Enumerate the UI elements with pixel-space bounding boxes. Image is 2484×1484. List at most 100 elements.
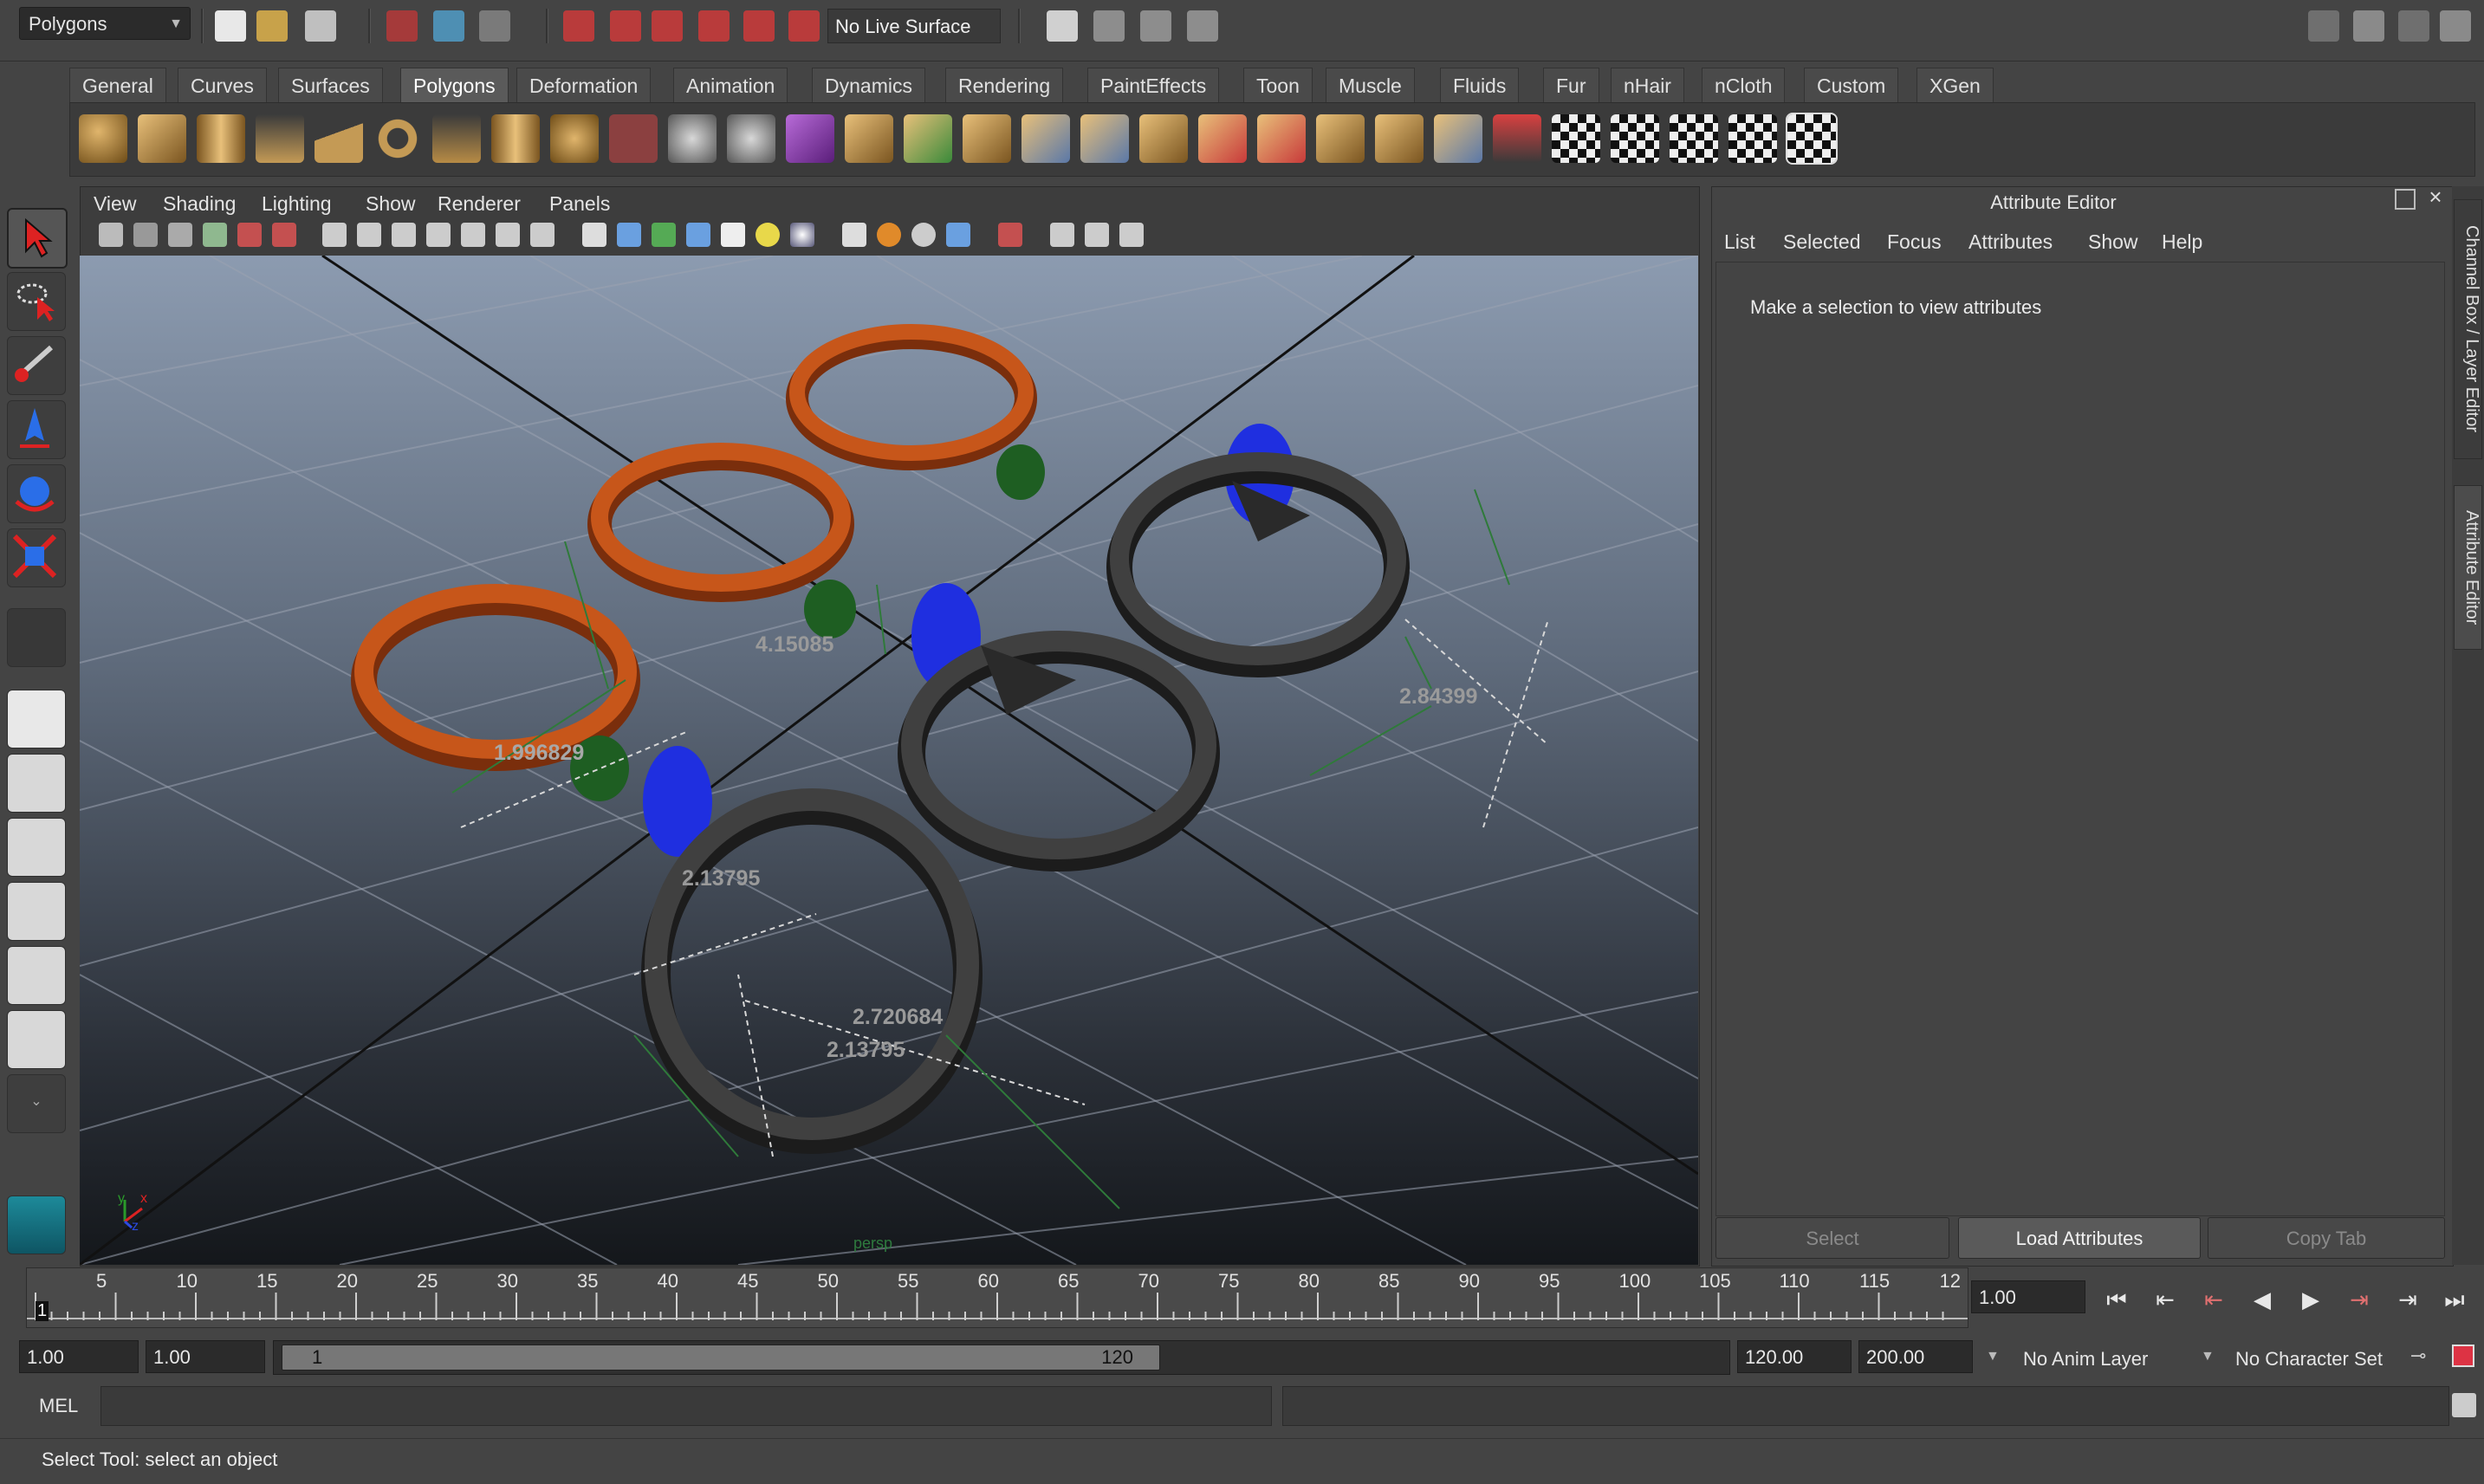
poly-torus-icon[interactable] [373, 114, 422, 163]
playback-end-field[interactable]: 120.00 [1737, 1340, 1852, 1373]
field-chart-icon[interactable] [461, 223, 485, 247]
automatic-mapping-icon[interactable] [1493, 114, 1541, 163]
poly-cylinder-icon[interactable] [197, 114, 245, 163]
tab-attribute-editor[interactable]: Attribute Editor [2454, 485, 2482, 650]
load-attributes-button[interactable]: Load Attributes [1958, 1217, 2201, 1259]
bridge-icon[interactable] [904, 114, 952, 163]
snap-grid-icon[interactable] [563, 10, 594, 42]
extrude-icon[interactable] [845, 114, 893, 163]
make-live-icon[interactable] [743, 10, 775, 42]
shelf-tab-deformation[interactable]: Deformation [516, 68, 652, 102]
shelf-tab-polygons[interactable]: Polygons [400, 68, 509, 102]
grease-pencil-icon[interactable] [272, 223, 296, 247]
unfold-uvs-icon[interactable] [1611, 114, 1659, 163]
select-object-icon[interactable] [433, 10, 464, 42]
poly-cone-icon[interactable] [256, 114, 304, 163]
wireframe-on-shaded-icon[interactable] [652, 223, 676, 247]
shadows-icon[interactable] [790, 223, 814, 247]
smooth-icon[interactable] [786, 114, 834, 163]
poly-pipe-icon[interactable] [491, 114, 540, 163]
ae-menu-selected[interactable]: Selected [1783, 227, 1861, 256]
panel-menu-lighting[interactable]: Lighting [262, 189, 332, 218]
ae-menu-focus[interactable]: Focus [1887, 227, 1942, 256]
shelf-tab-ncloth[interactable]: nCloth [1702, 68, 1786, 102]
ae-menu-show[interactable]: Show [2088, 227, 2138, 256]
shelf-tab-general[interactable]: General [69, 68, 166, 102]
key-icon[interactable]: ⊸ [2410, 1345, 2436, 1371]
film-gate-icon[interactable] [357, 223, 381, 247]
panel-menu-show[interactable]: Show [366, 189, 416, 218]
current-frame-field[interactable]: 1.00 [1971, 1280, 2085, 1313]
motion-blur-icon[interactable] [877, 223, 901, 247]
append-polygon-icon[interactable] [963, 114, 1011, 163]
rotate-tool-icon[interactable] [7, 464, 66, 523]
image-plane-icon[interactable] [203, 223, 227, 247]
chevron-down-icon[interactable]: ▼ [1986, 1340, 2000, 1373]
use-all-lights-icon[interactable] [756, 223, 780, 247]
close-icon[interactable]: × [2424, 185, 2447, 208]
checker-map-icon[interactable] [1786, 113, 1838, 165]
select-hierarchy-icon[interactable] [386, 10, 418, 42]
gate-mask-icon[interactable] [426, 223, 451, 247]
panel-menu-renderer[interactable]: Renderer [438, 189, 521, 218]
extract-icon[interactable] [727, 114, 775, 163]
select-camera-icon[interactable] [99, 223, 123, 247]
uv-texture-editor-icon[interactable] [1552, 114, 1600, 163]
tool-settings-toggle-icon[interactable] [2398, 10, 2429, 42]
command-input[interactable] [101, 1386, 1272, 1426]
ae-menu-help[interactable]: Help [2162, 227, 2202, 256]
shelf-tab-painteffects[interactable]: PaintEffects [1087, 68, 1220, 102]
animation-end-field[interactable]: 200.00 [1858, 1340, 1973, 1373]
panel-menu-panels[interactable]: Panels [549, 189, 610, 218]
move-tool-icon[interactable] [7, 400, 66, 459]
render-view-icon[interactable] [1047, 10, 1078, 42]
shelf-tab-animation[interactable]: Animation [673, 68, 788, 102]
animation-start-field[interactable]: 1.00 [19, 1340, 139, 1373]
poly-prism-icon[interactable] [432, 114, 481, 163]
shelf-tab-surfaces[interactable]: Surfaces [278, 68, 383, 102]
anti-aliasing-icon[interactable] [911, 223, 936, 247]
camera-attributes-icon[interactable] [133, 223, 158, 247]
split-polygon-icon[interactable] [1021, 114, 1070, 163]
shelf-tab-custom[interactable]: Custom [1804, 68, 1899, 102]
dope-sheet-layout-icon[interactable] [7, 1010, 66, 1069]
go-to-end-icon[interactable]: ⏭ [2437, 1282, 2472, 1317]
range-slider-bar[interactable]: 1 120 [282, 1345, 1160, 1371]
xray-components-icon[interactable] [1085, 223, 1109, 247]
shelf-tab-rendering[interactable]: Rendering [945, 68, 1064, 102]
more-layouts-icon[interactable]: ⌄ [7, 1074, 66, 1133]
ring-dark-right[interactable] [1106, 424, 1410, 677]
cylindrical-mapping-icon[interactable] [1375, 114, 1424, 163]
bookmarks-icon[interactable] [168, 223, 192, 247]
hud-icon[interactable] [1119, 223, 1144, 247]
separate-icon[interactable] [668, 114, 717, 163]
time-slider[interactable]: 1 5 10 15 20 25 30 35 40 45 50 55 60 65 70 75 80 85 90 95 1… [26, 1267, 1968, 1328]
ae-menu-list[interactable]: List [1724, 227, 1755, 256]
relax-uvs-icon[interactable] [1728, 114, 1777, 163]
playback-start-field[interactable]: 1.00 [146, 1340, 265, 1373]
last-tool-slot[interactable] [7, 608, 66, 667]
poly-sphere-icon[interactable] [79, 114, 127, 163]
outliner-layout-icon[interactable] [7, 818, 66, 877]
layout-toggle-icon[interactable] [2308, 10, 2339, 42]
menu-set-dropdown[interactable]: Polygons ▼ [19, 7, 191, 40]
shelf-tab-fluids[interactable]: Fluids [1440, 68, 1520, 102]
combine-icon[interactable] [609, 114, 658, 163]
hypershade-layout-icon[interactable] [7, 946, 66, 1005]
sculpt-geometry-icon[interactable] [1198, 114, 1247, 163]
play-backwards-icon[interactable]: ◀ [2245, 1282, 2280, 1317]
wireframe-icon[interactable] [582, 223, 606, 247]
graph-editor-layout-icon[interactable] [7, 882, 66, 941]
open-scene-icon[interactable] [256, 10, 288, 42]
play-forwards-icon[interactable]: ▶ [2293, 1282, 2328, 1317]
safe-action-icon[interactable] [496, 223, 520, 247]
step-back-frame-icon[interactable]: ⇤ [2148, 1282, 2182, 1317]
isolate-select-icon[interactable] [998, 223, 1022, 247]
xray-icon[interactable] [686, 223, 710, 247]
render-frame-icon[interactable] [1093, 10, 1125, 42]
2d-pan-zoom-icon[interactable] [237, 223, 262, 247]
ae-menu-attributes[interactable]: Attributes [1968, 227, 2053, 256]
animation-preferences-icon[interactable] [2452, 1345, 2474, 1367]
attribute-editor-toggle-icon[interactable] [2353, 10, 2384, 42]
poly-plane-icon[interactable] [315, 114, 363, 163]
